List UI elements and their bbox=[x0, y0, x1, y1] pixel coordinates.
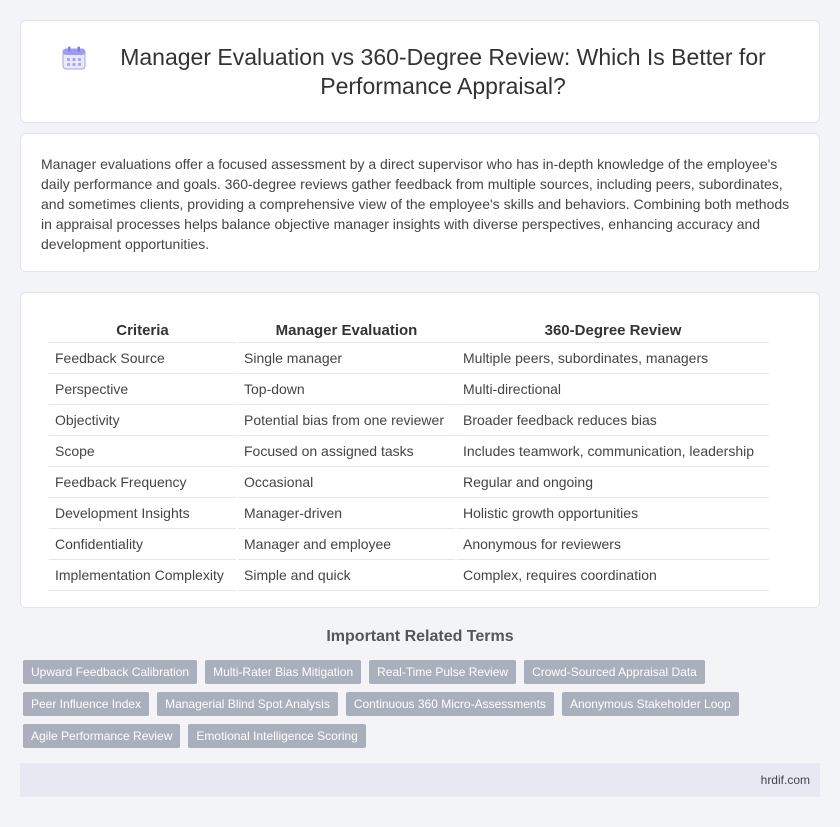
table-cell-360: Regular and ongoing bbox=[457, 467, 769, 498]
table-cell-360: Includes teamwork, communication, leader… bbox=[457, 436, 769, 467]
table-row: Implementation Complexity Simple and qui… bbox=[49, 560, 769, 591]
page-title: Manager Evaluation vs 360-Degree Review:… bbox=[120, 43, 766, 99]
table-cell-criteria: Development Insights bbox=[49, 498, 236, 529]
table-row: Objectivity Potential bias from one revi… bbox=[49, 405, 769, 436]
related-term-tag[interactable]: Continuous 360 Micro-Assessments bbox=[345, 692, 554, 716]
header-inner: Manager Evaluation vs 360-Degree Review:… bbox=[21, 21, 819, 122]
table-cell-manager: Manager-driven bbox=[238, 498, 455, 529]
table-cell-criteria: Confidentiality bbox=[49, 529, 236, 560]
table-cell-manager: Focused on assigned tasks bbox=[238, 436, 455, 467]
footer: hrdif.com bbox=[20, 763, 820, 797]
related-term-tag[interactable]: Managerial Blind Spot Analysis bbox=[157, 692, 338, 716]
related-term-tag[interactable]: Real-Time Pulse Review bbox=[369, 660, 517, 684]
table-cell-criteria: Scope bbox=[49, 436, 236, 467]
column-header-manager-evaluation: Manager Evaluation bbox=[238, 313, 455, 343]
table-cell-360: Multi-directional bbox=[457, 374, 769, 405]
related-terms-list: Upward Feedback Calibration Multi-Rater … bbox=[23, 660, 813, 748]
table-cell-criteria: Objectivity bbox=[49, 405, 236, 436]
table-cell-manager: Potential bias from one reviewer bbox=[238, 405, 455, 436]
table-cell-360: Anonymous for reviewers bbox=[457, 529, 769, 560]
table-cell-360: Broader feedback reduces bias bbox=[457, 405, 769, 436]
table-row: Confidentiality Manager and employee Ano… bbox=[49, 529, 769, 560]
table-row: Feedback Frequency Occasional Regular an… bbox=[49, 467, 769, 498]
table-cell-manager: Simple and quick bbox=[238, 560, 455, 591]
comparison-card: Criteria Manager Evaluation 360-Degree R… bbox=[20, 292, 820, 608]
related-term-tag[interactable]: Crowd-Sourced Appraisal Data bbox=[524, 660, 705, 684]
table-cell-manager: Occasional bbox=[238, 467, 455, 498]
column-header-360-degree-review: 360-Degree Review bbox=[457, 313, 769, 343]
related-terms-title: Important Related Terms bbox=[326, 628, 514, 645]
table-cell-manager: Manager and employee bbox=[238, 529, 455, 560]
header-card: Manager Evaluation vs 360-Degree Review:… bbox=[20, 20, 820, 123]
footer-site-link[interactable]: hrdif.com bbox=[761, 773, 810, 787]
related-term-tag[interactable]: Emotional Intelligence Scoring bbox=[188, 724, 366, 748]
table-cell-criteria: Implementation Complexity bbox=[49, 560, 236, 591]
related-term-tag[interactable]: Multi-Rater Bias Mitigation bbox=[205, 660, 362, 684]
table-cell-criteria: Perspective bbox=[49, 374, 236, 405]
related-term-tag[interactable]: Agile Performance Review bbox=[23, 724, 181, 748]
table-row: Development Insights Manager-driven Holi… bbox=[49, 498, 769, 529]
intro-paragraph: Manager evaluations offer a focused asse… bbox=[41, 156, 790, 252]
comparison-table: Criteria Manager Evaluation 360-Degree R… bbox=[47, 313, 771, 591]
table-cell-360: Complex, requires coordination bbox=[457, 560, 769, 591]
table-cell-criteria: Feedback Source bbox=[49, 343, 236, 374]
table-row: Scope Focused on assigned tasks Includes… bbox=[49, 436, 769, 467]
table-header-row: Criteria Manager Evaluation 360-Degree R… bbox=[49, 313, 769, 343]
table-cell-manager: Top-down bbox=[238, 374, 455, 405]
table-cell-360: Multiple peers, subordinates, managers bbox=[457, 343, 769, 374]
table-row: Perspective Top-down Multi-directional bbox=[49, 374, 769, 405]
table-cell-manager: Single manager bbox=[238, 343, 455, 374]
table-cell-criteria: Feedback Frequency bbox=[49, 467, 236, 498]
related-term-tag[interactable]: Upward Feedback Calibration bbox=[23, 660, 198, 684]
intro-card: Manager evaluations offer a focused asse… bbox=[20, 133, 820, 272]
table-row: Feedback Source Single manager Multiple … bbox=[49, 343, 769, 374]
column-header-criteria: Criteria bbox=[49, 313, 236, 343]
table-cell-360: Holistic growth opportunities bbox=[457, 498, 769, 529]
related-term-tag[interactable]: Anonymous Stakeholder Loop bbox=[561, 692, 739, 716]
calendar-icon bbox=[62, 46, 86, 69]
related-term-tag[interactable]: Peer Influence Index bbox=[23, 692, 150, 716]
